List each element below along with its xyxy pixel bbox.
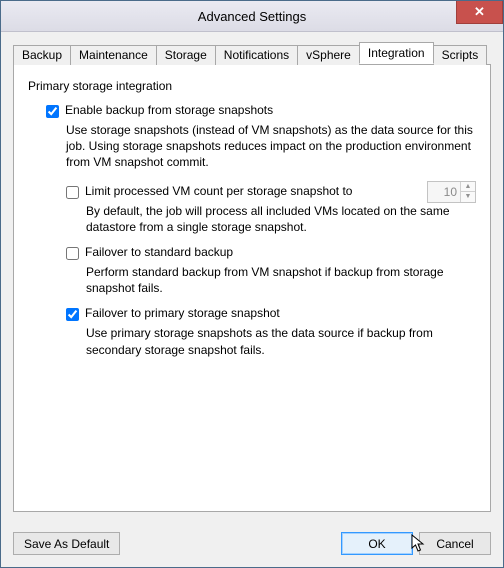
failover-primary-row: Failover to primary storage snapshot xyxy=(28,306,476,321)
advanced-settings-window: Advanced Settings ✕ Backup Maintenance S… xyxy=(0,0,504,568)
failover-primary-desc: Use primary storage snapshots as the dat… xyxy=(28,325,476,357)
footer: Save As Default OK Cancel xyxy=(1,522,503,567)
limit-vm-value[interactable] xyxy=(428,182,460,202)
limit-vm-checkbox[interactable] xyxy=(66,186,79,199)
failover-standard-row: Failover to standard backup xyxy=(28,245,476,260)
window-title: Advanced Settings xyxy=(198,9,306,24)
tab-maintenance[interactable]: Maintenance xyxy=(70,45,157,65)
limit-vm-spinner[interactable]: ▲ ▼ xyxy=(427,181,476,203)
failover-standard-checkbox[interactable] xyxy=(66,247,79,260)
tab-scripts[interactable]: Scripts xyxy=(433,45,488,65)
enable-snapshots-checkbox[interactable] xyxy=(46,105,59,118)
enable-snapshots-desc: Use storage snapshots (instead of VM sna… xyxy=(28,122,476,171)
spinner-down-icon[interactable]: ▼ xyxy=(461,191,475,202)
tab-strip: Backup Maintenance Storage Notifications… xyxy=(13,42,491,64)
tab-integration[interactable]: Integration xyxy=(359,42,434,64)
failover-primary-label: Failover to primary storage snapshot xyxy=(85,306,280,320)
limit-vm-desc: By default, the job will process all inc… xyxy=(28,203,476,235)
enable-snapshots-row: Enable backup from storage snapshots xyxy=(28,103,476,118)
spinner-arrows: ▲ ▼ xyxy=(460,182,475,202)
close-icon: ✕ xyxy=(474,4,485,20)
enable-snapshots-label: Enable backup from storage snapshots xyxy=(65,103,273,117)
tab-notifications[interactable]: Notifications xyxy=(215,45,298,65)
close-button[interactable]: ✕ xyxy=(456,1,503,24)
limit-vm-row: Limit processed VM count per storage sna… xyxy=(28,181,476,203)
integration-panel: Primary storage integration Enable backu… xyxy=(13,64,491,512)
group-label: Primary storage integration xyxy=(28,79,476,93)
tab-backup[interactable]: Backup xyxy=(13,45,71,65)
content-area: Backup Maintenance Storage Notifications… xyxy=(1,32,503,522)
save-as-default-button[interactable]: Save As Default xyxy=(13,532,120,555)
failover-standard-desc: Perform standard backup from VM snapshot… xyxy=(28,264,476,296)
failover-primary-checkbox[interactable] xyxy=(66,308,79,321)
ok-button[interactable]: OK xyxy=(341,532,413,555)
cancel-button[interactable]: Cancel xyxy=(419,532,491,555)
failover-standard-label: Failover to standard backup xyxy=(85,245,233,259)
spinner-up-icon[interactable]: ▲ xyxy=(461,182,475,192)
titlebar: Advanced Settings ✕ xyxy=(1,1,503,32)
tab-vsphere[interactable]: vSphere xyxy=(297,45,360,65)
limit-vm-label: Limit processed VM count per storage sna… xyxy=(85,184,352,198)
tab-storage[interactable]: Storage xyxy=(156,45,216,65)
